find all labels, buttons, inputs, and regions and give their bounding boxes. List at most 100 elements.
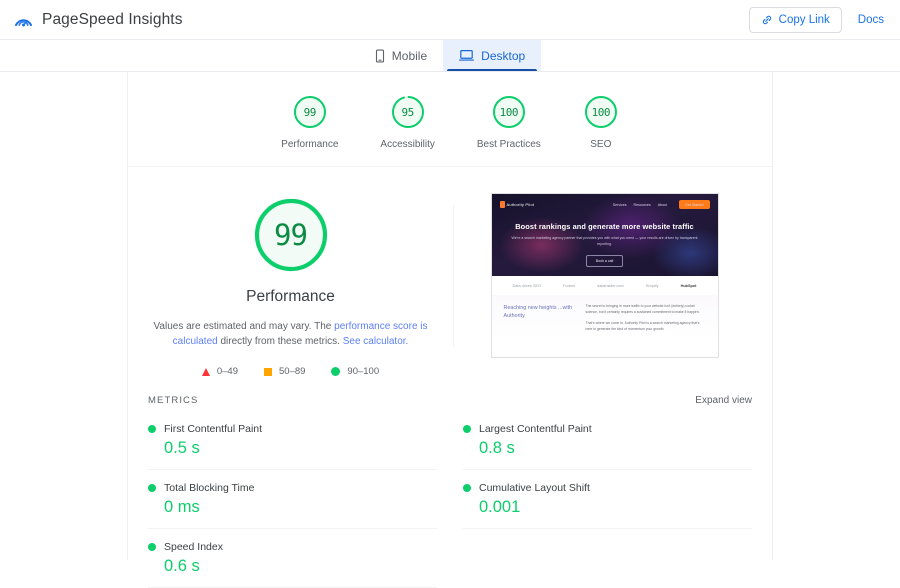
score-value: 100 <box>499 105 519 119</box>
metric-name: Total Blocking Time <box>164 482 255 494</box>
thumbnail-logo: Forbes <box>563 284 575 288</box>
desktop-laptop-icon <box>459 49 475 62</box>
thumbnail-nav-item: About <box>657 202 668 207</box>
page-screenshot-thumbnail[interactable]: Authority Pilot Services Resources About… <box>490 193 719 358</box>
gauge-small-best-practices: 100 <box>491 94 527 130</box>
metric-value: 0.5 s <box>164 439 200 457</box>
legend-range: 50–89 <box>279 366 306 377</box>
legend-item-poor: 0–49 <box>201 366 238 377</box>
score-label: Performance <box>281 139 339 150</box>
performance-title: Performance <box>246 288 335 305</box>
thumbnail-hero: Authority Pilot Services Resources About… <box>491 194 718 276</box>
metric-first-contentful-paint[interactable]: First Contentful Paint 0.5 s <box>148 411 437 470</box>
status-dot-icon <box>148 543 156 551</box>
gauge-small-accessibility: 95 <box>390 94 426 130</box>
logo-mark-icon <box>499 201 505 208</box>
metric-speed-index[interactable]: Speed Index 0.6 s <box>148 529 437 588</box>
app-header: PageSpeed Insights Copy Link Docs <box>0 0 900 40</box>
performance-note-text-1: Values are estimated and may vary. The <box>153 321 335 332</box>
thumbnail-hero-heading: Boost rankings and generate more website… <box>515 222 694 231</box>
gauge-small-performance: 99 <box>292 94 328 130</box>
metrics-header: METRICS Expand view <box>128 387 772 411</box>
status-dot-icon <box>463 484 471 492</box>
metric-value: 0 ms <box>164 498 200 516</box>
square-icon <box>264 367 272 376</box>
performance-note-text-2: directly from these metrics. <box>217 336 343 347</box>
page-screenshot-area: Authority Pilot Services Resources About… <box>453 193 772 377</box>
thumbnail-cta-button: Get Started <box>679 200 710 209</box>
brand: PageSpeed Insights <box>14 10 183 29</box>
performance-summary: 99 Performance Values are estimated and … <box>128 193 453 377</box>
thumbnail-hero-button: Book a call <box>585 254 624 267</box>
score-item-performance[interactable]: 99 Performance <box>281 94 338 150</box>
metric-name: Cumulative Layout Shift <box>479 482 590 494</box>
performance-section: 99 Performance Values are estimated and … <box>128 167 772 387</box>
tab-desktop[interactable]: Desktop <box>443 40 542 71</box>
thumbnail-nav-item: Resources <box>633 202 651 207</box>
metric-value: 0.8 s <box>479 439 515 457</box>
status-dot-icon <box>148 484 156 492</box>
thumbnail-nav-items: Services Resources About Get Started <box>613 200 710 209</box>
metrics-grid: First Contentful Paint 0.5 s Largest Con… <box>128 411 772 588</box>
circle-icon <box>331 367 341 376</box>
score-label: Best Practices <box>476 139 541 150</box>
tab-mobile[interactable]: Mobile <box>359 40 443 71</box>
performance-note: Values are estimated and may vary. The p… <box>146 319 435 349</box>
metric-name: First Contentful Paint <box>164 423 263 435</box>
score-label: SEO <box>590 139 612 150</box>
gauge-small-seo: 100 <box>583 94 619 130</box>
device-tabs: Mobile Desktop <box>0 40 900 72</box>
score-value: 99 <box>303 105 317 119</box>
app-title: PageSpeed Insights <box>42 10 183 28</box>
thumbnail-logo: Shopify <box>645 284 659 288</box>
link-icon <box>761 14 773 26</box>
thumbnail-site-name: Authority Pilot <box>506 202 535 207</box>
thumbnail-hero-sub: We're a search marketing agency partner … <box>511 236 698 246</box>
status-dot-icon <box>148 425 156 433</box>
thumbnail-logo: datainsider.com <box>597 284 624 288</box>
metric-head: Total Blocking Time <box>148 482 437 494</box>
pagespeed-gauge-icon <box>14 10 33 29</box>
thumbnail-hero-body: Boost rankings and generate more website… <box>492 222 718 267</box>
header-actions: Copy Link Docs <box>748 6 886 33</box>
metric-name: Speed Index <box>164 541 223 553</box>
legend-range: 0–49 <box>216 366 238 377</box>
expand-view-toggle[interactable]: Expand view <box>695 395 752 406</box>
thumbnail-site-logo: Authority Pilot <box>499 201 535 208</box>
score-item-accessibility[interactable]: 95 Accessibility <box>380 94 435 150</box>
metric-head: Speed Index <box>148 541 437 553</box>
thumbnail-nav-item: Services <box>612 202 627 207</box>
score-value: 95 <box>401 105 415 119</box>
thumbnail-logo-strip: Data driven SEO Forbes datainsider.com S… <box>491 276 718 295</box>
legend-item-average: 50–89 <box>264 366 305 377</box>
copy-link-label: Copy Link <box>778 13 830 26</box>
report-card: 99 Performance 95 Accessibility 100 Best… <box>127 72 773 588</box>
performance-score-value: 99 <box>274 218 308 252</box>
status-dot-icon <box>463 425 471 433</box>
thumbnail-nav: Authority Pilot Services Resources About… <box>492 194 718 209</box>
tab-desktop-label: Desktop <box>481 48 526 63</box>
legend-range: 90–100 <box>347 366 380 377</box>
score-item-best-practices[interactable]: 100 Best Practices <box>477 94 541 150</box>
docs-link[interactable]: Docs <box>856 14 886 26</box>
thumbnail-lower-paragraph: That's where we come in. Authority Pilot… <box>585 320 700 331</box>
metric-head: First Contentful Paint <box>148 423 437 435</box>
section-divider <box>453 205 454 347</box>
score-legend: 0–49 50–89 90–100 <box>201 366 379 377</box>
copy-link-button[interactable]: Copy Link <box>748 6 842 33</box>
metric-head: Largest Contentful Paint <box>463 423 752 435</box>
score-value: 100 <box>591 105 611 119</box>
legend-item-good: 90–100 <box>331 366 379 377</box>
metric-cumulative-layout-shift[interactable]: Cumulative Layout Shift 0.001 <box>463 470 752 529</box>
thumbnail-lower-heading: Reaching new heights ...with Authority <box>503 305 573 320</box>
thumbnail-lower-section: Reaching new heights ...with Authority T… <box>491 295 718 338</box>
gauge-large-performance: 99 <box>251 195 331 275</box>
thumbnail-logos-caption: Data driven SEO <box>512 284 542 288</box>
metric-total-blocking-time[interactable]: Total Blocking Time 0 ms <box>148 470 437 529</box>
metric-head: Cumulative Layout Shift <box>463 482 752 494</box>
thumbnail-lower-body: The secret to bringing in more traffic t… <box>586 304 706 338</box>
score-item-seo[interactable]: 100 SEO <box>583 94 619 150</box>
score-label: Accessibility <box>380 139 435 150</box>
see-calculator-link[interactable]: See calculator. <box>343 336 409 347</box>
metric-largest-contentful-paint[interactable]: Largest Contentful Paint 0.8 s <box>463 411 752 470</box>
